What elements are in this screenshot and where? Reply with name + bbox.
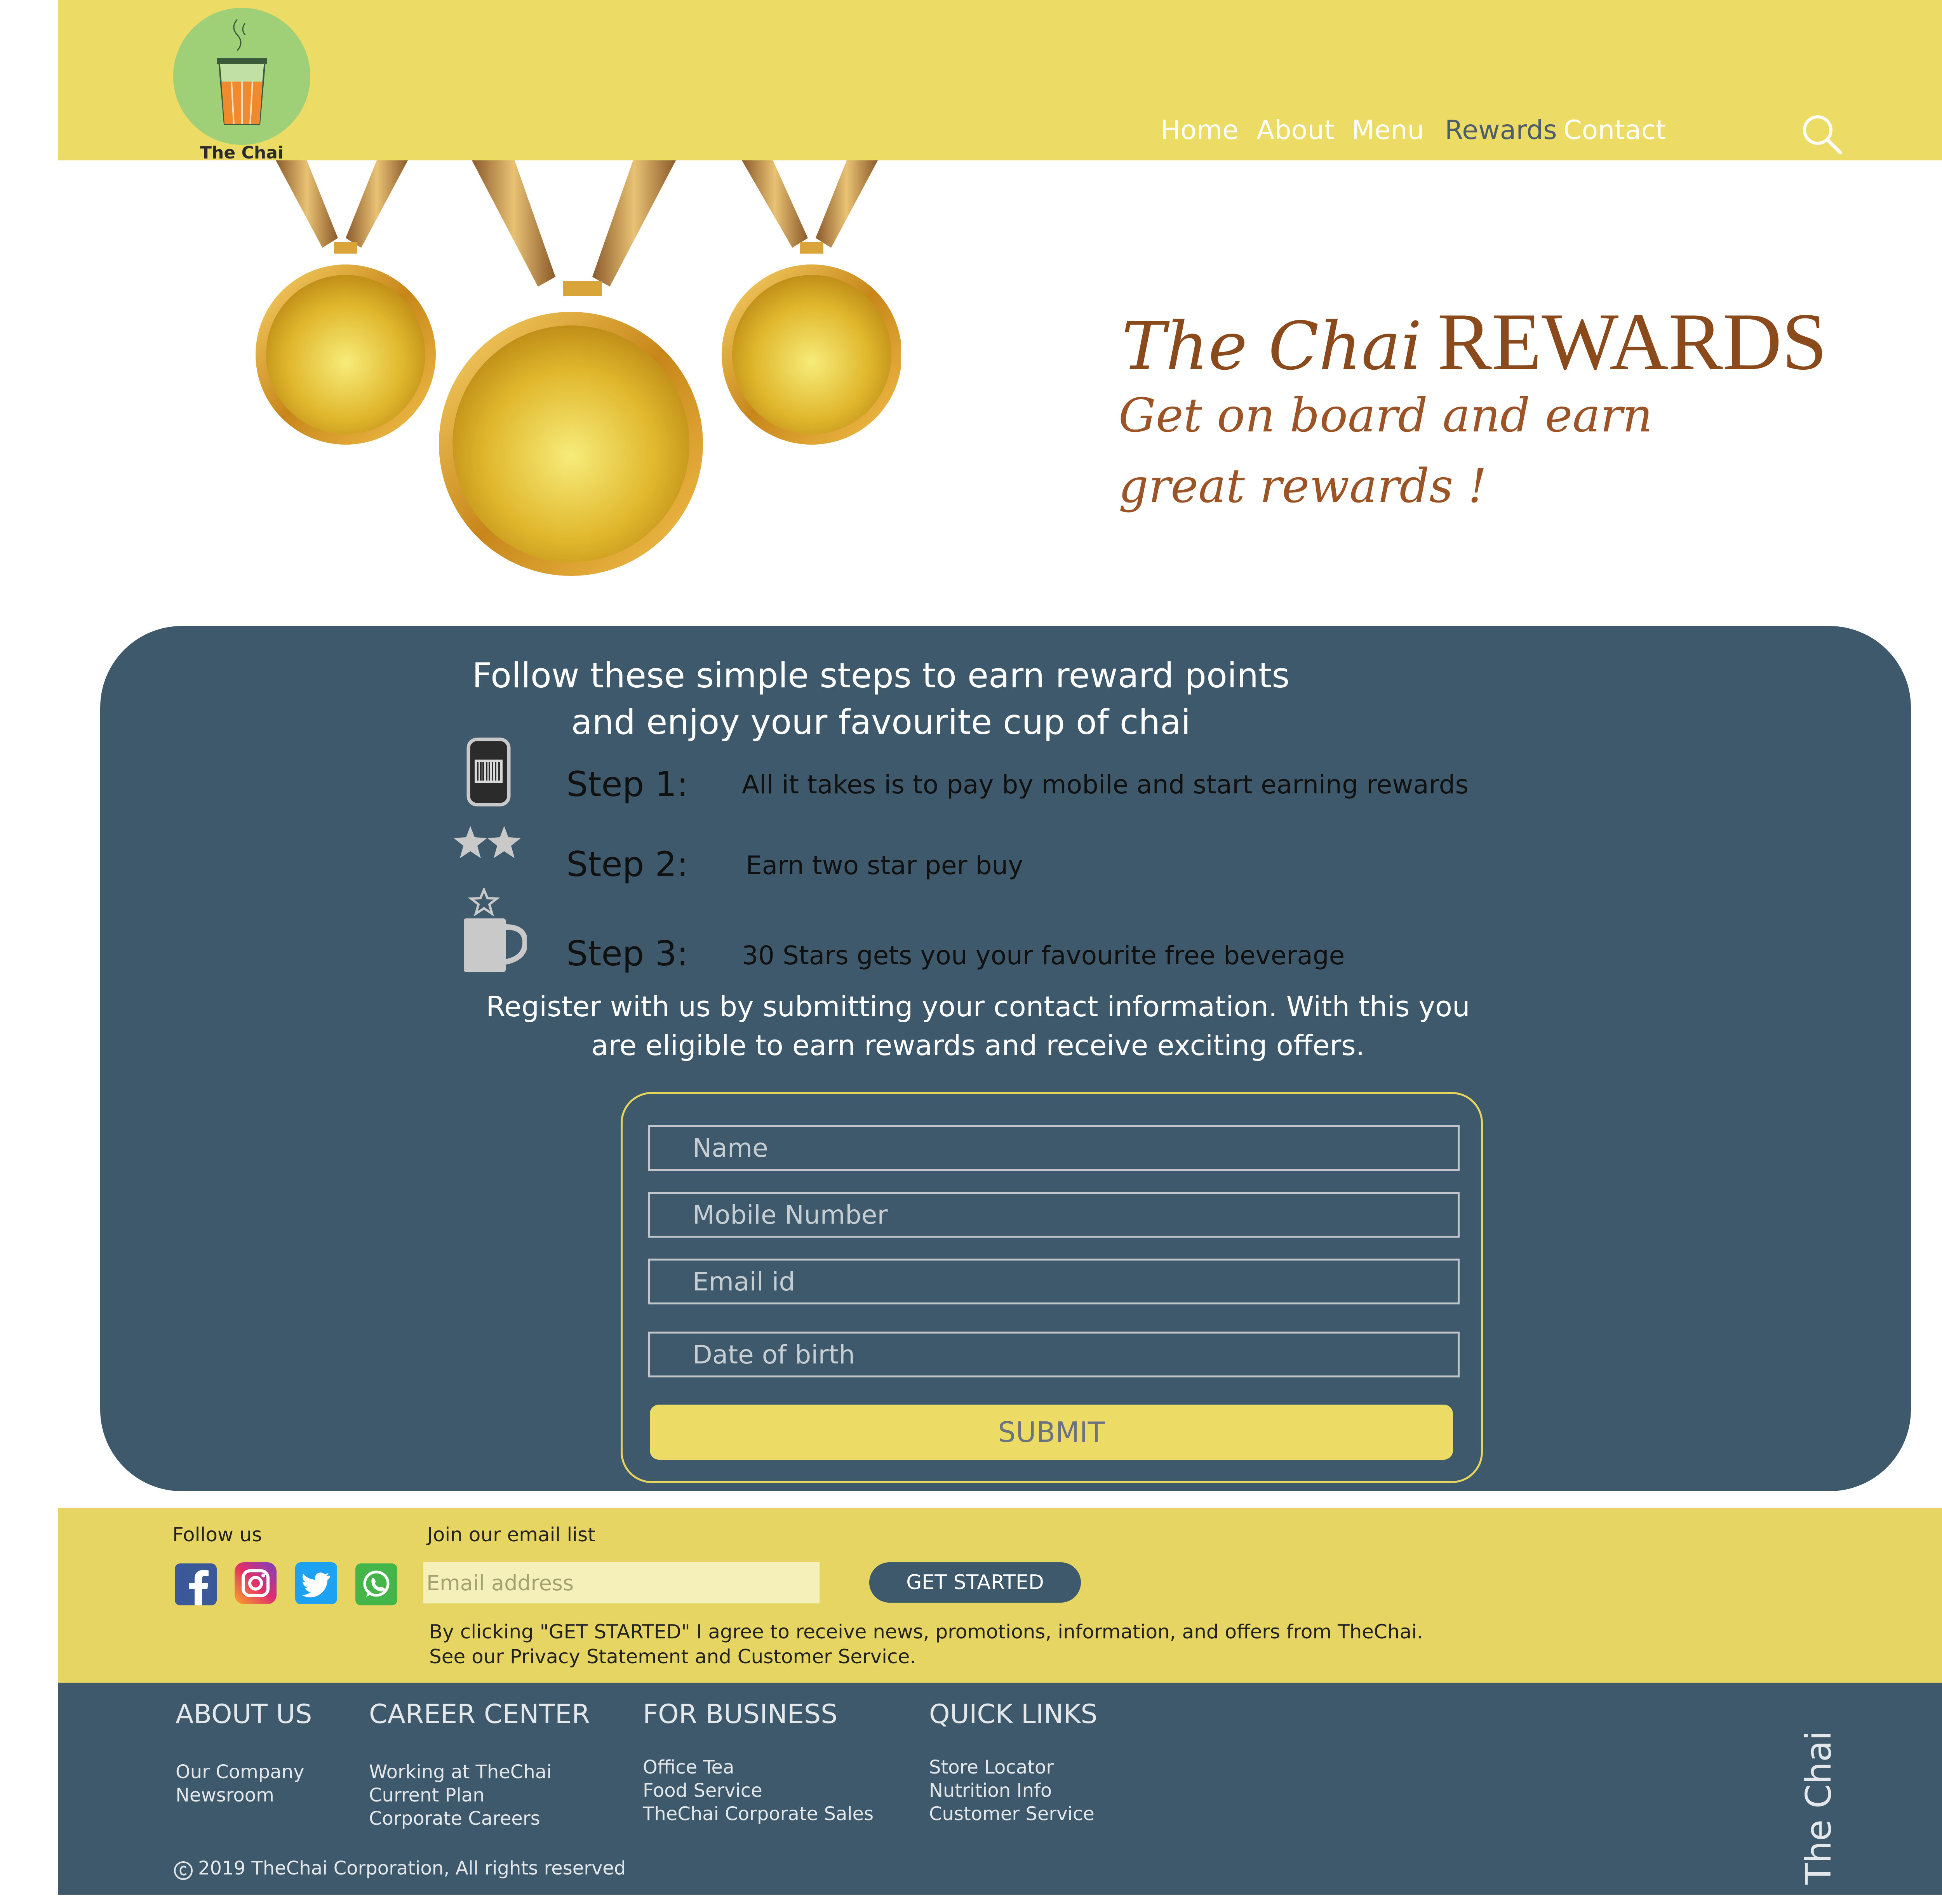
two-stars-icon — [454, 826, 521, 858]
medals-image — [256, 160, 901, 576]
step1-label: Step 1: — [566, 764, 688, 804]
footer-link-store-locator[interactable]: Store Locator — [929, 1756, 1054, 1779]
steps-heading: Follow these simple steps to earn reward… — [100, 652, 1662, 746]
copyright-icon — [174, 1861, 193, 1880]
facebook-icon[interactable] — [175, 1563, 217, 1605]
hero-title-rewards: REWARDS — [1437, 297, 1827, 387]
footer-heading-quick-links: QUICK LINKS — [929, 1699, 1098, 1730]
get-started-button[interactable]: GET STARTED — [869, 1562, 1081, 1603]
footer-link-office-tea[interactable]: Office Tea — [643, 1756, 734, 1779]
disclaimer-line1: By clicking "GET STARTED" I agree to rec… — [429, 1621, 1423, 1643]
step3-text: 30 Stars gets you your favourite free be… — [742, 941, 1345, 970]
site-header: The Chai Home About Menu Rewards Contact — [58, 0, 1942, 163]
registration-form: SUBMIT — [621, 1092, 1483, 1483]
footer-link-newsroom[interactable]: Newsroom — [176, 1784, 274, 1807]
whatsapp-icon[interactable] — [355, 1563, 397, 1605]
logo[interactable]: The Chai — [173, 8, 310, 163]
step2-text: Earn two star per buy — [746, 850, 1023, 880]
follow-us-label: Follow us — [172, 1523, 262, 1546]
site-footer: ABOUT US Our Company Newsroom CAREER CEN… — [58, 1683, 1942, 1895]
mobile-barcode-icon — [466, 737, 511, 807]
newsletter-band: Follow us Join our email list GET STARTE… — [58, 1508, 1942, 1683]
dob-field[interactable] — [648, 1332, 1460, 1377]
instagram-icon[interactable] — [235, 1562, 277, 1604]
nav-contact[interactable]: Contact — [1563, 115, 1666, 146]
hero-title: The Chai REWARDS — [1122, 295, 1827, 389]
cup-star-icon — [464, 888, 527, 972]
footer-heading-career: CAREER CENTER — [369, 1699, 590, 1730]
footer-link-corporate-sales[interactable]: TheChai Corporate Sales — [643, 1802, 874, 1826]
footer-link-food-service[interactable]: Food Service — [643, 1779, 762, 1802]
disclaimer-line2: See our Privacy Statement and Customer S… — [429, 1645, 916, 1668]
email-field[interactable] — [648, 1259, 1460, 1304]
step3-label: Step 3: — [566, 934, 688, 974]
footer-link-customer-service[interactable]: Customer Service — [929, 1802, 1095, 1826]
logo-text: The Chai — [200, 143, 284, 163]
join-email-label: Join our email list — [427, 1523, 595, 1546]
footer-link-our-company[interactable]: Our Company — [176, 1760, 305, 1784]
footer-heading-business: FOR BUSINESS — [643, 1699, 838, 1730]
footer-link-current-plan[interactable]: Current Plan — [369, 1784, 485, 1807]
hero-subtitle: Get on board and earn great rewards ! — [1119, 389, 1653, 513]
search-icon[interactable] — [1798, 111, 1845, 157]
step2-label: Step 2: — [566, 844, 688, 884]
register-text-line2: are eligible to earn rewards and receive… — [591, 1029, 1365, 1062]
submit-button[interactable]: SUBMIT — [650, 1405, 1453, 1460]
name-field[interactable] — [648, 1125, 1460, 1171]
hero-title-brand: The Chai — [1122, 308, 1422, 385]
chai-cup-icon — [217, 19, 267, 125]
rewards-steps-panel: Follow these simple steps to earn reward… — [100, 626, 1911, 1491]
nav-about[interactable]: About — [1256, 115, 1335, 146]
register-text: Register with us by submitting your cont… — [100, 987, 1856, 1065]
steps-heading-line1: Follow these simple steps to earn reward… — [472, 656, 1290, 696]
nav-home[interactable]: Home — [1161, 115, 1239, 146]
twitter-icon[interactable] — [295, 1562, 337, 1604]
step1-text: All it takes is to pay by mobile and sta… — [742, 770, 1469, 800]
footer-heading-about: ABOUT US — [176, 1699, 312, 1730]
footer-link-nutrition[interactable]: Nutrition Info — [929, 1779, 1052, 1802]
nav-rewards[interactable]: Rewards — [1445, 115, 1557, 146]
footer-link-corporate-careers[interactable]: Corporate Careers — [369, 1807, 540, 1830]
footer-brand-vertical: The Chai — [1798, 1730, 1839, 1885]
steps-heading-line2: and enjoy your favourite cup of chai — [571, 702, 1191, 742]
mobile-field[interactable] — [648, 1192, 1460, 1238]
footer-link-working[interactable]: Working at TheChai — [369, 1760, 552, 1784]
register-text-line1: Register with us by submitting your cont… — [486, 990, 1470, 1023]
copyright-text: 2019 TheChai Corporation, All rights res… — [198, 1857, 626, 1879]
newsletter-email-input[interactable] — [423, 1562, 820, 1603]
nav-menu[interactable]: Menu — [1352, 115, 1424, 146]
